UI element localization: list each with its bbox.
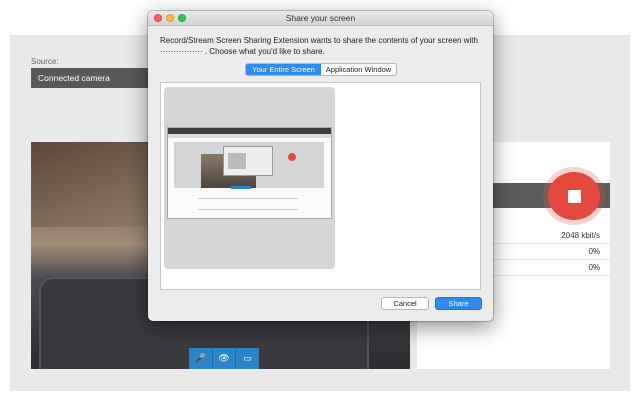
- eye-icon[interactable]: 👁: [213, 348, 237, 369]
- stop-record-button[interactable]: [548, 172, 600, 220]
- screen-thumbnail: [167, 127, 332, 219]
- mic-icon[interactable]: 🎤: [189, 348, 213, 369]
- share-screen-dialog: Share your screen Record/Stream Screen S…: [148, 11, 493, 321]
- camera-controls: 🎤 👁 ▭: [189, 348, 259, 369]
- stop-icon: [567, 189, 581, 203]
- thumb-text-lines: [198, 198, 298, 210]
- dialog-message-line1: Record/Stream Screen Sharing Extension w…: [160, 36, 478, 45]
- screen-picker: [160, 82, 481, 290]
- thumb-toolbar: [168, 134, 331, 138]
- thumb-dialog-tile: [228, 153, 246, 169]
- share-source-tabs: Your Entire Screen Application Window: [245, 63, 397, 76]
- cancel-button[interactable]: Cancel: [381, 297, 429, 310]
- tab-application-window[interactable]: Application Window: [321, 64, 396, 75]
- entire-screen-tile[interactable]: [164, 87, 335, 269]
- dialog-title: Share your screen: [285, 13, 356, 23]
- tab-entire-screen[interactable]: Your Entire Screen: [246, 64, 321, 75]
- share-button[interactable]: Share: [435, 297, 482, 310]
- thumb-controls: [231, 186, 251, 189]
- dialog-message: Record/Stream Screen Sharing Extension w…: [160, 35, 480, 57]
- dialog-message-line2: ················ . Choose what you'd lik…: [160, 47, 325, 56]
- source-label: Source:: [31, 57, 59, 66]
- thumb-record-button: [288, 153, 296, 161]
- monitor-icon[interactable]: ▭: [236, 348, 259, 369]
- dialog-titlebar: Share your screen: [148, 11, 493, 26]
